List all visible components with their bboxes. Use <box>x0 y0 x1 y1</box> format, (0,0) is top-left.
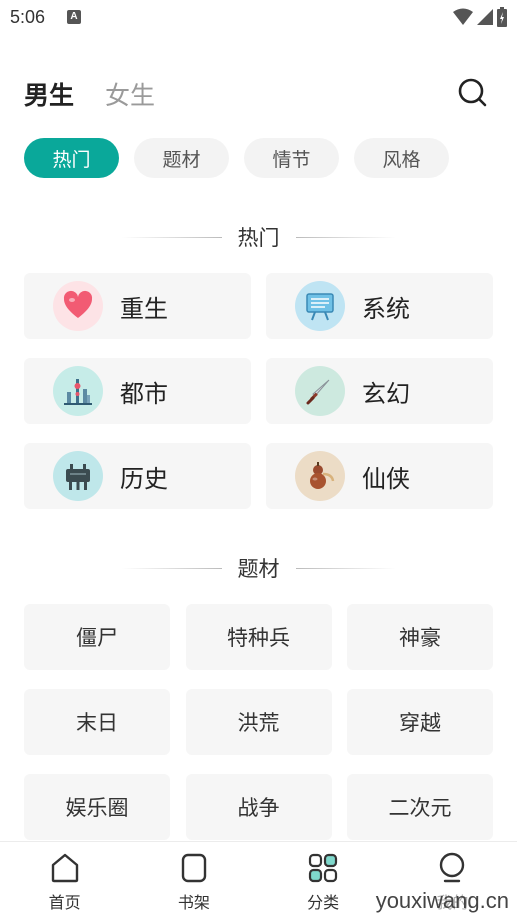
section-title-text: 题材 <box>237 557 280 581</box>
signal-icon <box>477 9 493 25</box>
pill-tab-hot[interactable]: 热门 <box>24 138 119 178</box>
divider <box>295 236 396 238</box>
category-grid-icon <box>309 853 338 883</box>
nav-label: 分类 <box>307 893 340 912</box>
hot-item-label: 系统 <box>362 294 410 323</box>
hot-item-fantasy[interactable]: 玄幻 <box>266 358 493 424</box>
hot-item-label: 历史 <box>120 464 168 493</box>
nav-label: 首页 <box>48 893 81 912</box>
hot-item-history[interactable]: 历史 <box>24 443 251 509</box>
gourd-icon <box>295 451 345 501</box>
hot-grid: 重生 系统 都市 玄幻 历史 仙侠 <box>24 273 493 509</box>
topic-item[interactable]: 特种兵 <box>185 604 332 670</box>
tab-male[interactable]: 男生 <box>24 76 74 112</box>
topic-item[interactable]: 僵尸 <box>24 604 170 670</box>
status-bar: 5:06 A <box>0 0 517 36</box>
nav-label: 书架 <box>177 893 210 912</box>
divider <box>295 567 396 569</box>
hot-item-label: 玄幻 <box>362 379 410 408</box>
pill-tab-topic[interactable]: 题材 <box>134 138 229 178</box>
heart-icon <box>53 281 103 331</box>
watermark: youxiwang.cn <box>375 888 509 914</box>
screen-icon <box>295 281 345 331</box>
status-icons <box>453 7 507 27</box>
hot-item-system[interactable]: 系统 <box>266 273 493 339</box>
tab-female[interactable]: 女生 <box>105 76 155 112</box>
divider <box>121 567 222 569</box>
header: 男生 女生 <box>0 70 517 114</box>
hot-item-xianxia[interactable]: 仙侠 <box>266 443 493 509</box>
topic-item[interactable]: 娱乐圈 <box>24 774 170 840</box>
profile-icon <box>440 852 465 883</box>
home-icon <box>51 853 78 883</box>
topic-item[interactable]: 战争 <box>185 774 332 840</box>
pill-tab-plot[interactable]: 情节 <box>244 138 339 178</box>
hot-item-label: 重生 <box>120 294 168 323</box>
city-tower-icon <box>53 366 103 416</box>
divider <box>121 236 222 238</box>
status-time: 5:06 <box>10 7 46 27</box>
notification-badge-icon: A <box>67 10 81 24</box>
bronze-ding-icon <box>53 451 103 501</box>
topic-item[interactable]: 末日 <box>24 689 170 755</box>
section-title-hot: 热门 <box>0 222 517 252</box>
topic-item[interactable]: 二次元 <box>347 774 493 840</box>
nav-bookshelf[interactable]: 书架 <box>129 842 258 919</box>
hot-item-city[interactable]: 都市 <box>24 358 251 424</box>
bookshelf-icon <box>181 853 207 883</box>
section-title-text: 热门 <box>237 226 280 250</box>
pill-tab-style[interactable]: 风格 <box>354 138 449 178</box>
topic-grid: 僵尸 特种兵 神豪 末日 洪荒 穿越 娱乐圈 战争 二次元 <box>24 604 493 840</box>
nav-category[interactable]: 分类 <box>259 842 388 919</box>
hot-item-label: 都市 <box>120 379 168 408</box>
topic-item[interactable]: 穿越 <box>347 689 493 755</box>
nav-home[interactable]: 首页 <box>0 842 129 919</box>
hot-item-label: 仙侠 <box>362 464 410 493</box>
category-pill-tabs: 热门 题材 情节 风格 <box>24 138 449 178</box>
sword-icon <box>295 366 345 416</box>
wifi-icon <box>453 8 473 25</box>
topic-item[interactable]: 神豪 <box>347 604 493 670</box>
search-icon[interactable] <box>456 76 488 108</box>
hot-item-rebirth[interactable]: 重生 <box>24 273 251 339</box>
battery-icon <box>497 7 507 27</box>
topic-item[interactable]: 洪荒 <box>185 689 332 755</box>
section-title-topic: 题材 <box>0 553 517 583</box>
